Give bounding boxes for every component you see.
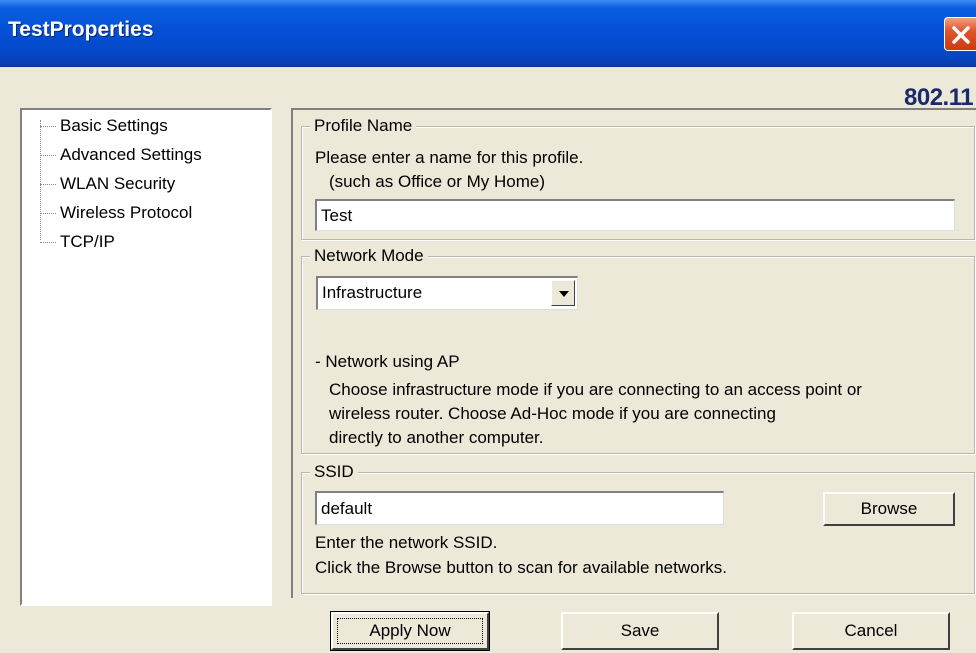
- network-mode-value: Infrastructure: [322, 283, 423, 302]
- network-mode-desc-line2: wireless router. Choose Ad-Hoc mode if y…: [329, 404, 776, 423]
- ssid-group: SSID Browse Enter the network SSID. Clic…: [301, 461, 975, 594]
- browse-button-label: Browse: [860, 499, 918, 518]
- ssid-help-2: Click the Browse button to scan for avai…: [315, 558, 727, 577]
- profile-name-input[interactable]: [315, 199, 955, 231]
- tree-item-basic-settings[interactable]: Basic Settings: [40, 114, 168, 138]
- network-mode-desc-title: - Network using AP: [315, 352, 460, 371]
- network-mode-desc-line1: Choose infrastructure mode if you are co…: [329, 380, 862, 399]
- tree-item-advanced-settings[interactable]: Advanced Settings: [40, 143, 202, 167]
- profile-name-group: Profile Name Please enter a name for thi…: [301, 115, 975, 240]
- network-mode-legend: Network Mode: [310, 245, 428, 267]
- ssid-legend: SSID: [310, 461, 358, 483]
- cancel-label: Cancel: [844, 621, 898, 640]
- apply-now-button[interactable]: Apply Now: [330, 611, 490, 651]
- close-button[interactable]: [944, 17, 976, 51]
- ssid-input[interactable]: [315, 491, 724, 525]
- tree-item-wlan-security[interactable]: WLAN Security: [40, 172, 175, 196]
- profile-example: (such as Office or My Home): [329, 172, 546, 191]
- browse-button[interactable]: Browse: [823, 492, 955, 526]
- network-mode-desc-line3: directly to another computer.: [329, 428, 544, 447]
- profile-instruction: Please enter a name for this profile.: [315, 148, 584, 167]
- close-icon: [952, 26, 970, 44]
- chevron-down-icon: [559, 291, 569, 297]
- network-mode-group: Network Mode Infrastructure - Network us…: [301, 245, 975, 454]
- tree-item-tcp-ip[interactable]: TCP/IP: [40, 230, 115, 254]
- profile-name-legend: Profile Name: [310, 115, 417, 137]
- save-label: Save: [620, 621, 660, 640]
- title-bar[interactable]: TestProperties: [0, 0, 976, 67]
- window-title: TestProperties: [8, 18, 154, 41]
- network-mode-select[interactable]: Infrastructure: [316, 276, 578, 310]
- ssid-help-1: Enter the network SSID.: [315, 533, 498, 552]
- tree-item-wireless-protocol[interactable]: Wireless Protocol: [40, 201, 192, 225]
- dropdown-button[interactable]: [551, 280, 575, 306]
- cancel-button[interactable]: Cancel: [792, 612, 950, 650]
- settings-tree: Basic Settings Advanced Settings WLAN Se…: [20, 108, 272, 606]
- apply-now-label: Apply Now: [369, 621, 451, 640]
- save-button[interactable]: Save: [561, 612, 719, 650]
